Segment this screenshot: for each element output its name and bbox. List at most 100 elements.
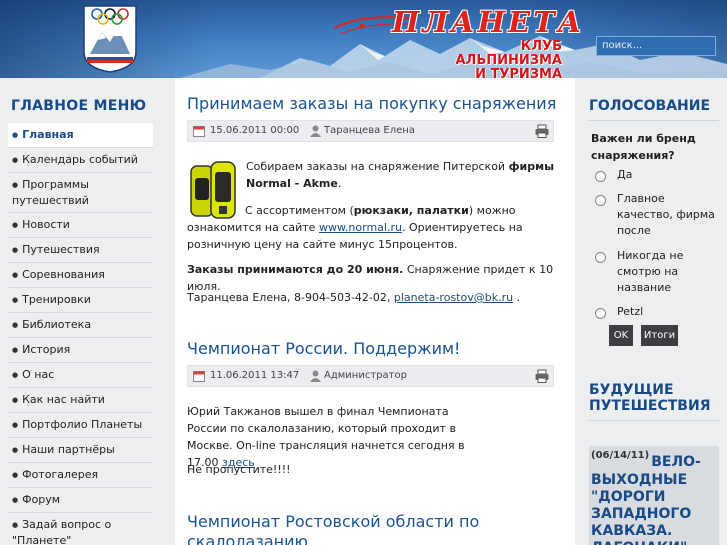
left-sidebar: ГЛАВНОЕ МЕНЮ ● Главная ● Календарь событий… xyxy=(0,78,175,545)
bullet-icon: ● xyxy=(12,221,19,229)
menu-item-label: Новости xyxy=(22,218,70,231)
menu-item-travels[interactable]: ● Путешествия xyxy=(8,238,153,263)
menu-item-ask[interactable]: ● Задай вопрос о "Планете" xyxy=(8,513,153,545)
menu-item-label: Главная xyxy=(22,128,74,141)
vote-button[interactable]: OK xyxy=(609,325,633,346)
trips-title: БУДУЩИЕ ПУТЕШЕСТВИЯ xyxy=(589,382,711,414)
trip-headline-block[interactable]: (06/14/11) ВЕЛО-ВЫХОДНЫЕ "ДОРОГИ ЗАПАДНОГ… xyxy=(591,446,719,545)
menu-item-label: Фотогалерея xyxy=(22,468,99,481)
post-paragraph: С ассортиментом (рюкзаки, палатки) можно… xyxy=(187,202,554,253)
external-link[interactable]: www.normal.ru xyxy=(319,221,402,234)
search-input[interactable]: поиск... xyxy=(596,36,716,56)
menu-item-label: Портфолио Планеты xyxy=(22,418,143,431)
bullet-icon: ● xyxy=(12,521,19,529)
calendar-icon xyxy=(193,371,205,382)
post-title[interactable]: Чемпионат России. Поддержим! xyxy=(187,339,460,359)
poll-question: Важен ли бренд снаряжения? xyxy=(591,132,696,162)
poll-option-label: Главное качество, фирма после xyxy=(617,192,715,237)
club-logo xyxy=(83,5,137,73)
post-text-bold: Заказы принимаются до 20 июня. xyxy=(187,263,404,276)
bullet-icon: ● xyxy=(12,496,19,504)
post-date: 15.06.2011 00:00 xyxy=(210,125,300,136)
main-menu-title: ГЛАВНОЕ МЕНЮ xyxy=(11,98,147,114)
bullet-icon: ● xyxy=(12,246,19,254)
site-header: ПЛАНЕТА КЛУБ АЛЬПИНИЗМА И ТУРИЗМА поиск.… xyxy=(0,0,727,78)
post-date: 11.06.2011 13:47 xyxy=(210,370,300,381)
menu-item-calendar[interactable]: ● Календарь событий xyxy=(8,148,153,173)
bullet-icon: ● xyxy=(12,446,19,454)
bullet-icon: ● xyxy=(12,371,19,379)
radio-button[interactable] xyxy=(595,195,606,206)
post-text: Собираем заказы на снаряжение Питерской xyxy=(246,160,509,173)
menu-item-label: Программы путешествий xyxy=(12,178,89,207)
divider xyxy=(589,420,719,421)
post-text-bold: рюкзаки, палатки xyxy=(353,204,469,217)
menu-item-home[interactable]: ● Главная xyxy=(8,123,153,148)
bullet-icon: ● xyxy=(12,131,19,139)
post-author: Администратор xyxy=(324,370,407,381)
poll-option-label: Да xyxy=(617,168,633,181)
poll-option-label: Petzl xyxy=(617,305,644,318)
menu-item-partners[interactable]: ● Наши партнёры xyxy=(8,438,153,463)
post-text: . xyxy=(337,177,342,190)
trip-item[interactable]: (06/14/11) ВЕЛО-ВЫХОДНЫЕ "ДОРОГИ ЗАПАДНОГ… xyxy=(589,446,719,545)
menu-item-label: Наши партнёры xyxy=(22,443,115,456)
menu-item-news[interactable]: ● Новости xyxy=(8,213,153,238)
trip-date: (06/14/11) xyxy=(591,450,650,461)
user-icon xyxy=(310,370,321,382)
user-icon xyxy=(310,125,321,137)
brand-subtitle: КЛУБ АЛЬПИНИЗМА И ТУРИЗМА xyxy=(440,40,562,79)
menu-item-label: Тренировки xyxy=(22,293,91,306)
menu-item-library[interactable]: ● Библиотека xyxy=(8,313,153,338)
post-text: . xyxy=(513,291,521,304)
menu-item-trainings[interactable]: ● Тренировки xyxy=(8,288,153,313)
menu-item-label: О нас xyxy=(22,368,55,381)
radio-button[interactable] xyxy=(595,252,606,263)
post-text: С ассортиментом ( xyxy=(245,204,354,217)
brand-subtitle-line: АЛЬПИНИЗМА xyxy=(455,53,562,68)
menu-item-find-us[interactable]: ● Как нас найти xyxy=(8,388,153,413)
menu-item-label: Соревнования xyxy=(22,268,105,281)
bullet-icon: ● xyxy=(12,396,19,404)
poll-option-label: Никогда не смотрю на название xyxy=(617,249,684,294)
brand-subtitle-line: И ТУРИЗМА xyxy=(475,67,562,79)
bullet-icon: ● xyxy=(12,346,19,354)
menu-item-portfolio[interactable]: ● Портфолио Планеты xyxy=(8,413,153,438)
print-icon[interactable] xyxy=(535,369,549,383)
trip-headline[interactable]: ВЕЛО-ВЫХОДНЫЕ "ДОРОГИ ЗАПАДНОГО КАВКАЗА.… xyxy=(591,454,701,545)
email-link[interactable]: planeta-rostov@bk.ru xyxy=(394,291,513,304)
bullet-icon: ● xyxy=(12,181,19,189)
post-text: Таранцева Елена, 8-904-503-42-02, xyxy=(187,291,394,304)
post-paragraph: Не пропустите!!!! xyxy=(187,463,291,476)
bullet-icon: ● xyxy=(12,296,19,304)
post-meta: 11.06.2011 13:47 Администратор xyxy=(187,365,554,387)
poll-title: ГОЛОСОВАНИЕ xyxy=(589,98,711,114)
bullet-icon: ● xyxy=(12,471,19,479)
post-author: Таранцева Елена xyxy=(324,125,415,136)
post-paragraph: Таранцева Елена, 8-904-503-42-02, planet… xyxy=(187,289,554,306)
radio-button[interactable] xyxy=(595,308,606,319)
calendar-icon xyxy=(193,126,205,137)
menu-item-programs[interactable]: ● Программы путешествий xyxy=(8,173,153,213)
menu-item-forum[interactable]: ● Форум xyxy=(8,488,153,513)
post-meta: 15.06.2011 00:00 Таранцева Елена xyxy=(187,120,554,142)
divider xyxy=(589,120,719,121)
menu-item-label: История xyxy=(22,343,71,356)
bullet-icon: ● xyxy=(12,421,19,429)
menu-item-competitions[interactable]: ● Соревнования xyxy=(8,263,153,288)
menu-item-gallery[interactable]: ● Фотогалерея xyxy=(8,463,153,488)
menu-item-label: Задай вопрос о "Планете" xyxy=(12,518,112,545)
menu-item-history[interactable]: ● История xyxy=(8,338,153,363)
menu-item-about[interactable]: ● О нас xyxy=(8,363,153,388)
brand-title[interactable]: ПЛАНЕТА xyxy=(392,2,581,42)
radio-button[interactable] xyxy=(595,171,606,182)
print-icon[interactable] xyxy=(535,124,549,138)
post-title[interactable]: Чемпионат Ростовской области по скалолаз… xyxy=(187,512,547,545)
right-sidebar: ГОЛОСОВАНИЕ Важен ли бренд снаряжения? Д… xyxy=(575,78,727,545)
menu-item-label: Путешествия xyxy=(22,243,100,256)
post-title[interactable]: Принимаем заказы на покупку снаряжения xyxy=(187,94,556,114)
bullet-icon: ● xyxy=(12,271,19,279)
menu-item-label: Библиотека xyxy=(22,318,92,331)
menu-item-label: Как нас найти xyxy=(22,393,105,406)
results-button[interactable]: Итоги xyxy=(641,325,678,346)
